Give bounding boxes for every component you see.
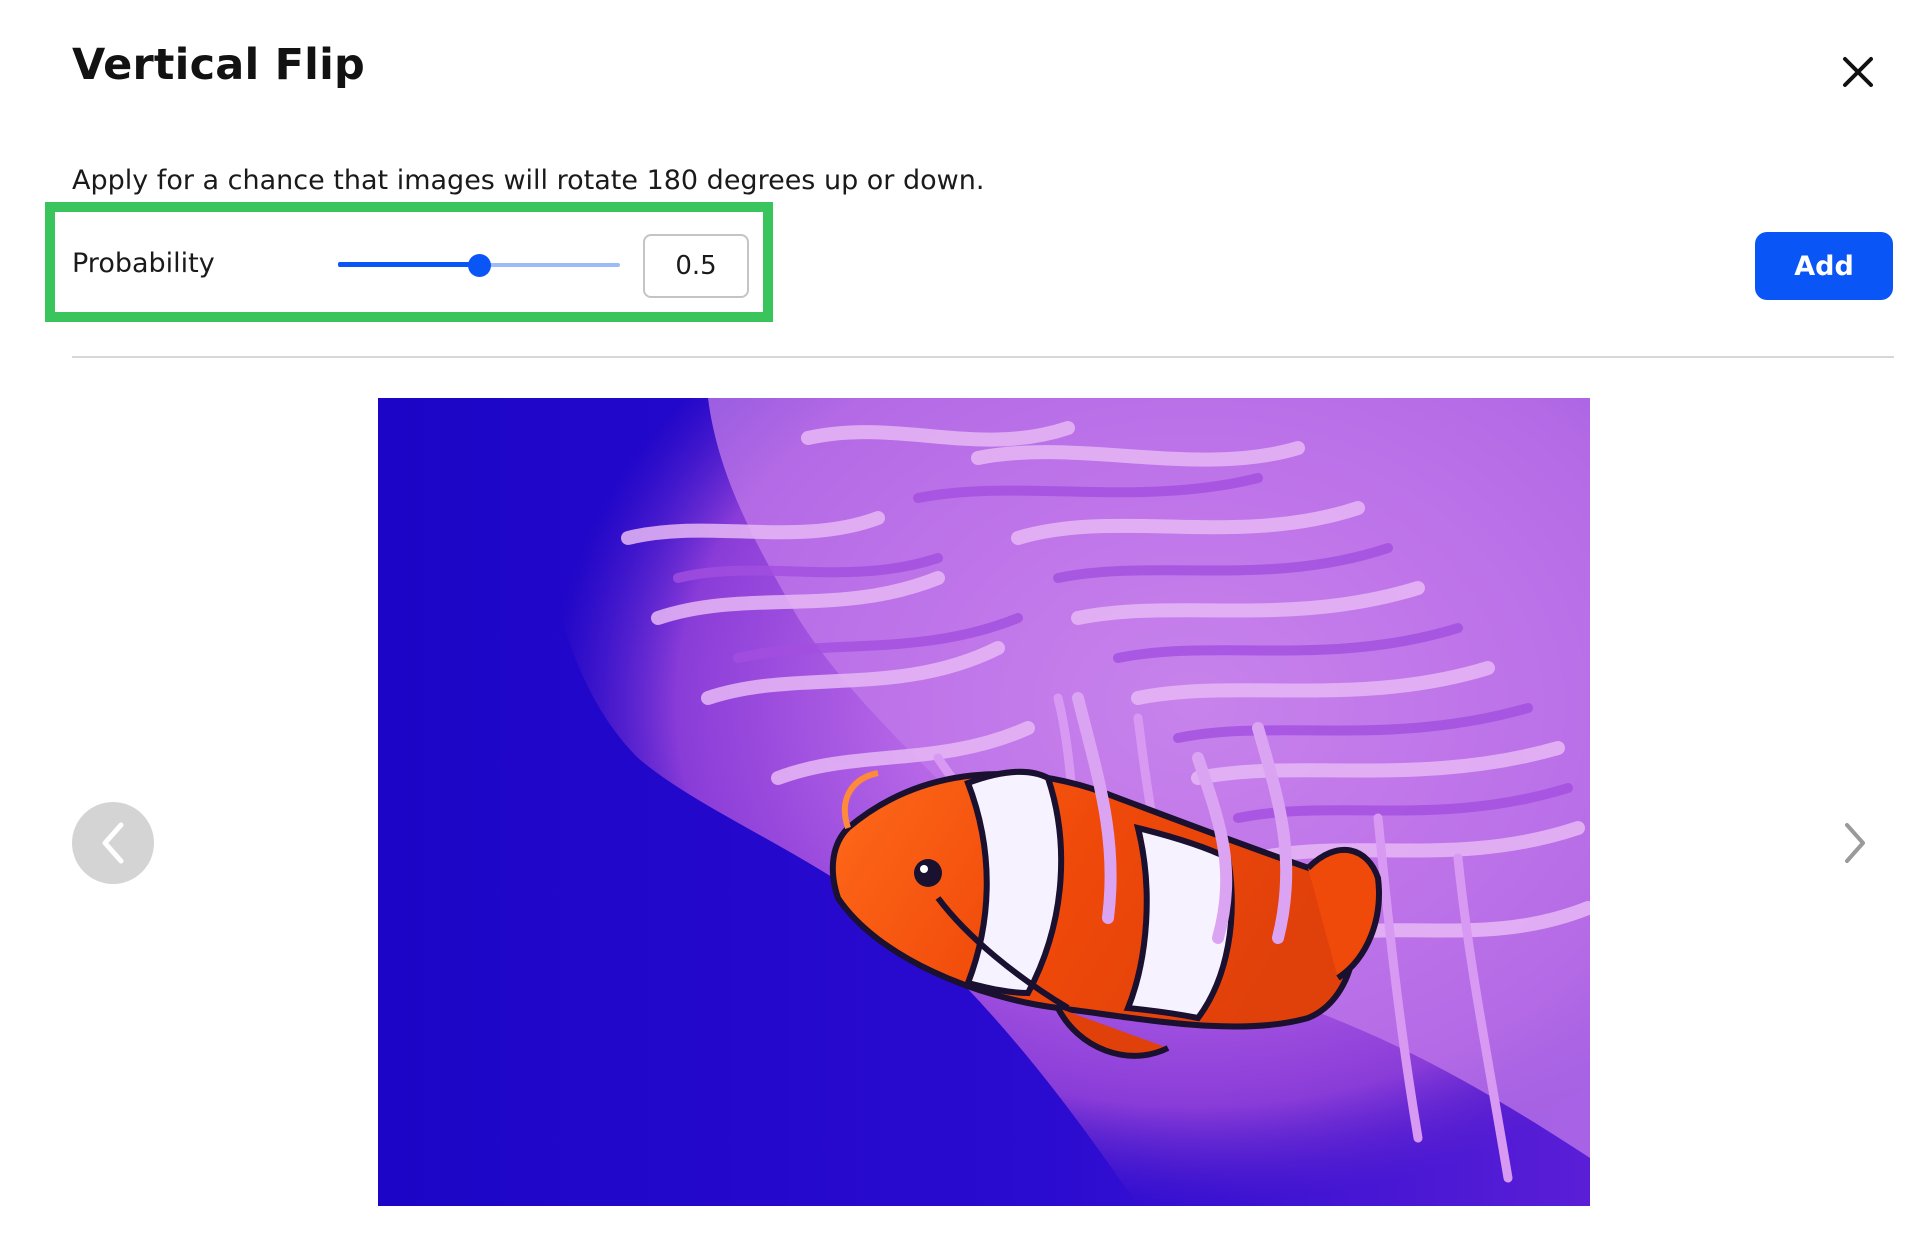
probability-input[interactable]	[643, 234, 749, 298]
chevron-left-icon	[102, 822, 124, 864]
next-image-button[interactable]	[1830, 812, 1880, 874]
clownfish-anemone-image	[378, 398, 1590, 1206]
slider-thumb[interactable]	[468, 254, 491, 277]
divider	[72, 356, 1894, 358]
previous-image-button[interactable]	[72, 802, 154, 884]
dialog-title: Vertical Flip	[72, 40, 366, 90]
slider-fill	[338, 262, 479, 267]
close-icon	[1843, 57, 1873, 87]
dialog-description: Apply for a chance that images will rota…	[72, 165, 985, 196]
chevron-right-icon	[1845, 823, 1865, 863]
close-button[interactable]	[1830, 44, 1886, 100]
vertical-flip-dialog: Vertical Flip Apply for a chance that im…	[0, 0, 1929, 1245]
probability-label: Probability	[72, 248, 215, 279]
add-button[interactable]: Add	[1755, 232, 1893, 300]
preview-image	[378, 398, 1590, 1206]
probability-slider[interactable]	[338, 250, 620, 280]
